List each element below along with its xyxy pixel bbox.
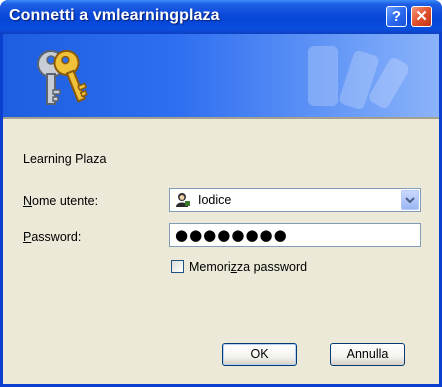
window-title: Connetti a vmlearningplaza <box>9 7 220 24</box>
login-dialog: Connetti a vmlearningplaza ? ✕ Learning … <box>0 0 442 387</box>
keys-watermark-icon <box>308 46 408 110</box>
username-label: Nome utente: <box>23 194 98 208</box>
password-field[interactable]: ●●●●●●●● <box>169 223 421 247</box>
username-combobox[interactable]: Iodice <box>169 188 421 212</box>
ok-button[interactable]: OK <box>222 343 297 366</box>
username-value: Iodice <box>198 193 232 207</box>
password-label: Password: <box>23 230 81 244</box>
remember-password-label[interactable]: Memorizza password <box>189 260 307 274</box>
remember-label-pre: Memori <box>189 260 231 274</box>
cancel-button[interactable]: Annulla <box>330 343 405 366</box>
user-icon <box>176 193 190 207</box>
remember-label-post: za password <box>236 260 308 274</box>
username-label-accel: N <box>23 194 33 208</box>
password-value: ●●●●●●●● <box>175 226 288 244</box>
keys-icon <box>37 49 88 105</box>
chevron-down-icon <box>405 197 415 204</box>
remember-password-checkbox[interactable] <box>171 260 184 273</box>
help-button[interactable]: ? <box>386 6 407 27</box>
username-label-rest: ome utente: <box>32 194 99 208</box>
dropdown-button[interactable] <box>401 190 419 210</box>
banner <box>3 34 439 117</box>
password-label-rest: assword: <box>31 230 82 244</box>
dialog-body: Learning Plaza Nome utente: Iodice Passw… <box>3 34 439 384</box>
title-bar[interactable]: Connetti a vmlearningplaza ? ✕ <box>0 0 442 34</box>
close-button[interactable]: ✕ <box>411 6 432 27</box>
banner-divider <box>3 117 439 119</box>
site-name-label: Learning Plaza <box>23 152 107 166</box>
